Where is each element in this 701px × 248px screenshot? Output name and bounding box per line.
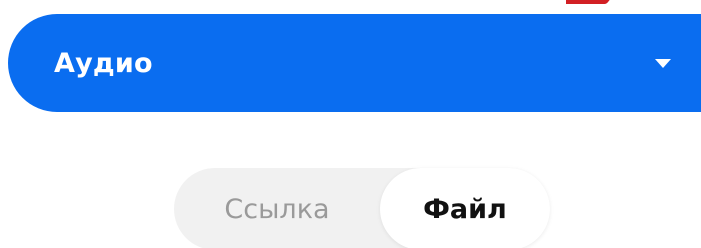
upload-source-panel: Аудио Ссылка Файл — [0, 0, 701, 248]
source-option-link[interactable]: Ссылка — [174, 168, 380, 248]
media-type-selected-label: Аудио — [54, 47, 153, 79]
source-toggle[interactable]: Ссылка Файл — [174, 168, 550, 248]
annotation-arrow — [566, 0, 610, 8]
caret-down-icon[interactable] — [655, 58, 671, 68]
source-option-file[interactable]: Файл — [380, 168, 550, 248]
media-type-dropdown[interactable]: Аудио — [8, 14, 701, 112]
